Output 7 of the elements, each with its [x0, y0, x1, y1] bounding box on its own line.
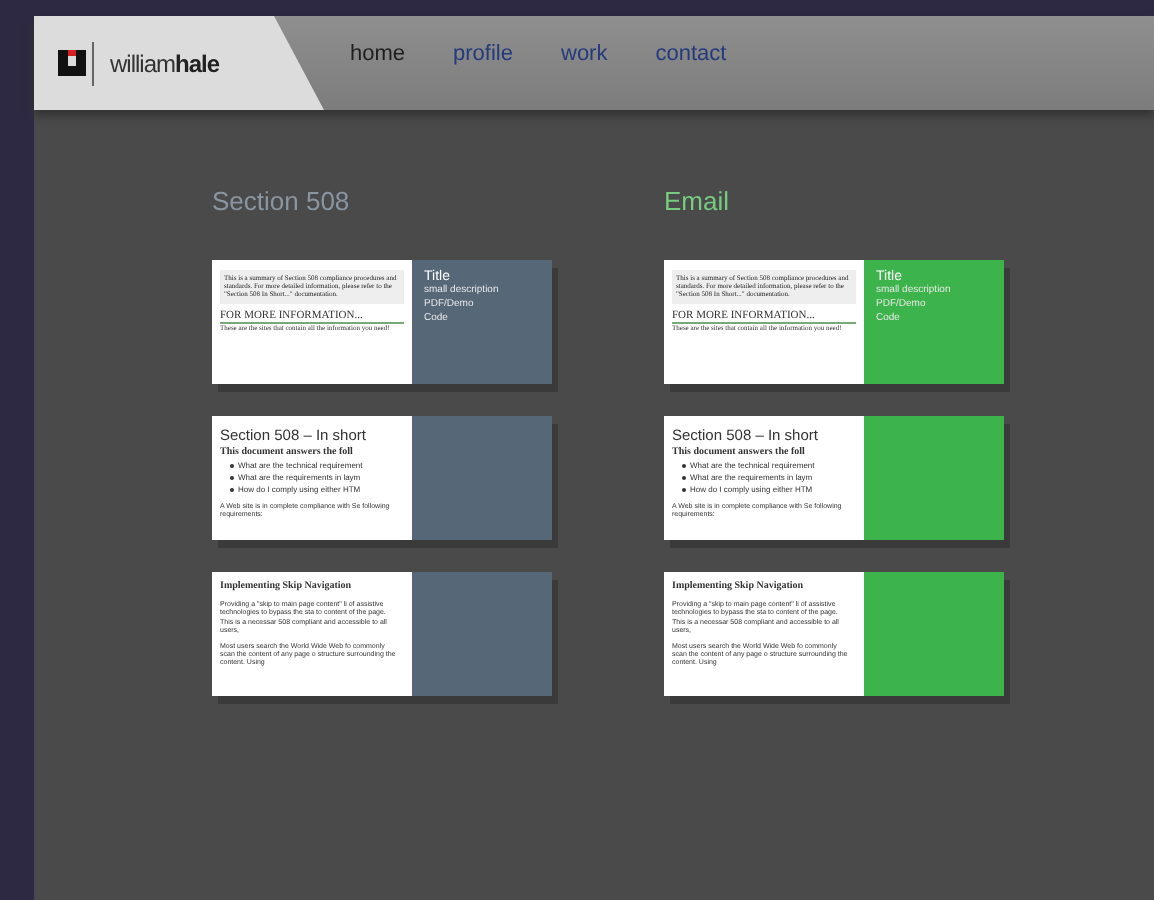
section-title: Section 508	[212, 186, 352, 216]
nav-link[interactable]: home	[350, 41, 406, 65]
nav-link[interactable]: work	[561, 41, 608, 65]
nav-link[interactable]: contact	[655, 41, 727, 65]
nav-link[interactable]: profile	[453, 41, 513, 65]
section-title: Email	[664, 186, 732, 216]
logo-text: williamhale	[110, 49, 220, 77]
